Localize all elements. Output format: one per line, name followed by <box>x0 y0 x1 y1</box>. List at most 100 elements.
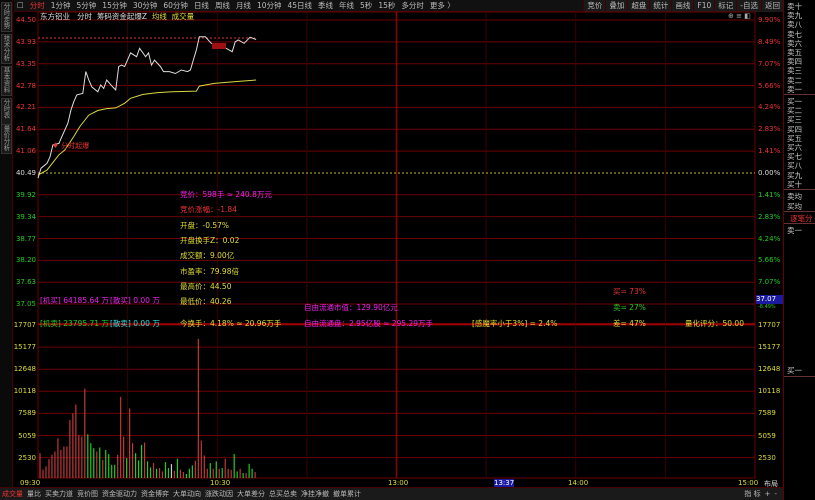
score-info: 量化评分：50.00 <box>685 319 744 328</box>
pct-tick-right: 7.07% <box>758 59 781 68</box>
volume-tick-left: 15177 <box>13 343 36 352</box>
volume-tick-left: 5059 <box>18 431 36 440</box>
volume-tick-right: 10118 <box>758 387 781 396</box>
diamond-icon: ♦ <box>52 141 59 150</box>
retail-sell: [散卖] 0.00 万 <box>110 319 160 328</box>
indicator-control-1[interactable]: + <box>763 488 773 500</box>
indicator-tab-4[interactable]: 资金驱动力 <box>100 488 139 500</box>
indicator-control-2[interactable]: - <box>772 488 779 500</box>
free-mcap: 自由流通市值：129.90亿元 <box>304 303 398 312</box>
low-info: 最低价：40.26 <box>180 297 232 306</box>
book-separator <box>784 222 815 224</box>
price-tick-left: 38.20 <box>15 256 36 265</box>
tick-buy1: 买一 <box>787 366 802 375</box>
turnover-info: 今换手：4.18% ≈ 20.96万手 <box>180 319 282 328</box>
ratio-info: [感魔率小于3%] = 2.4% <box>472 319 558 328</box>
price-tick-left: 41.64 <box>15 125 36 134</box>
indicator-tab-5[interactable]: 资金博弈 <box>139 488 171 500</box>
chart-icons: ⊕ ≡ ◧ <box>728 12 751 20</box>
layout-icon[interactable]: ◧ <box>744 12 751 20</box>
indicator-name[interactable]: 筹码资金起爆Z <box>97 12 147 21</box>
volume-tick-right: 5059 <box>758 431 776 440</box>
indicator-tab-8[interactable]: 大单差分 <box>235 488 267 500</box>
time-tick: 10:30 <box>210 479 231 487</box>
price-tick-left: 42.78 <box>15 81 36 90</box>
volume-tick-left: 2530 <box>18 453 36 462</box>
time-tick: 15:00 <box>738 479 759 487</box>
pct-tick-right: 9.90% <box>758 16 781 24</box>
book-separator <box>784 376 815 377</box>
indicator-tab-0[interactable]: 成交量 <box>0 488 25 500</box>
pct-tick-right: 7.07% <box>758 278 781 287</box>
price-tick-left: 40.49 <box>15 168 36 177</box>
order-book-panel: 卖十 卖九 卖八 卖七 卖六 卖五 卖四 卖三 卖二 卖一 买一 买二 买三 买四 买五 买六 买七 买八 买九 买十… <box>783 0 815 500</box>
price-tick-left: 43.35 <box>15 59 36 68</box>
indicator-tab-3[interactable]: 竞价图 <box>75 488 100 500</box>
volume-tick-left: 10118 <box>13 387 36 396</box>
cursor-price-box: 37.07 <box>756 295 783 304</box>
amount-info: 成交额：9.00亿 <box>180 251 235 260</box>
pct-tick-right: 2.83% <box>758 125 781 134</box>
volume-tick-right: 7589 <box>758 409 776 418</box>
price-tick-left: 37.63 <box>15 278 36 287</box>
retail-buy: [散买] 0.00 万 <box>110 296 160 305</box>
avg-price-line <box>37 79 257 176</box>
sell-pct: 卖= 27% <box>613 303 646 312</box>
volume-tick-left: 12648 <box>13 365 36 374</box>
time-tick: 13:00 <box>388 479 409 487</box>
volume-tick-left: 7589 <box>18 409 36 418</box>
pct-tick-right: 5.66% <box>758 256 781 265</box>
volume-tick-right: 12648 <box>758 365 781 374</box>
indicator-tab-1[interactable]: 量比 <box>25 488 43 500</box>
price-tick-left: 37.05 <box>15 300 36 309</box>
breakout-label: 分时起爆 <box>61 142 90 150</box>
pct-tick-right: 1.41% <box>758 190 781 199</box>
buy-pct: 买= 73% <box>613 287 646 296</box>
book-separator <box>784 210 815 212</box>
indicator-tab-6[interactable]: 大单动向 <box>171 488 203 500</box>
auction-info: 竞价：598手 ≈ 240.8万元 <box>180 190 272 199</box>
pct-tick-right: 1.41% <box>758 147 781 156</box>
book-separator <box>784 189 815 190</box>
pct-tick-right: 8.49% <box>758 37 781 46</box>
pe-info: 市盈率：79.98倍 <box>180 267 239 276</box>
plus-circle-icon[interactable]: ⊕ <box>728 12 734 20</box>
pct-tick-right: -8.49% <box>758 304 776 311</box>
intraday-chart[interactable] <box>0 0 783 487</box>
indicator-tab-7[interactable]: 涨跌动因 <box>203 488 235 500</box>
pct-tick-right: 5.66% <box>758 81 781 90</box>
price-tick-left: 39.34 <box>15 212 36 221</box>
indicator-tab-11[interactable]: 撤单累计 <box>331 488 363 500</box>
pct-tick-right: 4.24% <box>758 234 781 243</box>
volume-tick-right: 2530 <box>758 453 776 462</box>
high-marker <box>212 43 226 49</box>
chart-mode: 分时 <box>77 12 93 21</box>
price-tick-left: 44.50 <box>15 16 36 24</box>
indicator-tab-10[interactable]: 净挂净撤 <box>299 488 331 500</box>
volume-tick-right: 15177 <box>758 343 781 352</box>
breakout-marker: ♦ 分时起爆 <box>52 141 89 151</box>
avg-line-legend: 均线 <box>151 12 167 21</box>
menu-icon[interactable]: ≡ <box>736 12 742 20</box>
time-tick: 09:30 <box>20 479 41 487</box>
pct-tick-right: 4.24% <box>758 103 781 112</box>
tick-sell1: 卖一 <box>787 225 802 235</box>
book-separator <box>784 94 815 95</box>
inst-sell: [机卖] 23795.71 万 <box>40 319 109 328</box>
auction-change: 竞价涨幅：-1.84 <box>180 205 237 214</box>
pct-tick-right: 2.83% <box>758 212 781 221</box>
open-turnover: 开盘换手Z：0.02 <box>180 236 240 245</box>
price-tick-left: 39.92 <box>15 190 36 199</box>
indicator-tab-2[interactable]: 买卖力道 <box>43 488 75 500</box>
open-info: 开盘：-0.57% <box>180 221 230 230</box>
indicator-control-0[interactable]: 指 标 <box>742 488 762 500</box>
free-shares: 自由流通盘：2.95亿股 ≈ 295.29万手 <box>304 319 433 328</box>
indicator-tab-9[interactable]: 总买总卖 <box>267 488 299 500</box>
stock-name: 东方铝业 <box>40 12 70 21</box>
price-tick-left: 38.77 <box>15 234 36 243</box>
volume-tick-right: 17707 <box>758 321 781 329</box>
time-tick: 14:00 <box>568 479 589 487</box>
chart-header: 东方铝业 分时 筹码资金起爆Z 均线 成交量 <box>40 11 194 22</box>
price-tick-left: 41.06 <box>15 147 36 156</box>
volume-legend: 成交量 <box>171 12 195 21</box>
